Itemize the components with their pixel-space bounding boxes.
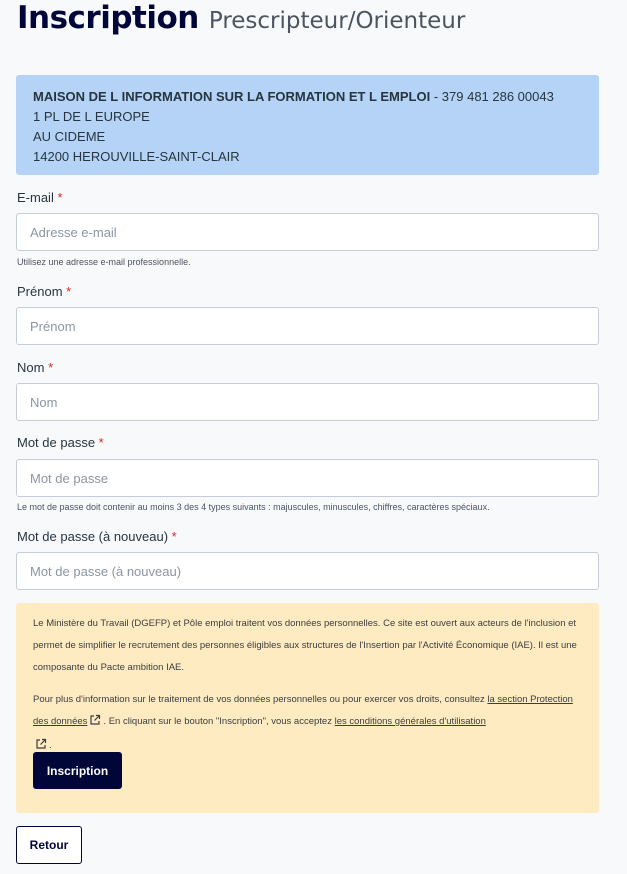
organization-separator: -	[430, 89, 442, 104]
external-link-icon	[89, 713, 101, 735]
email-label: E-mail *	[17, 190, 63, 205]
organization-name-line: MAISON DE L INFORMATION SUR LA FORMATION…	[33, 87, 582, 107]
required-mark: *	[57, 190, 63, 205]
required-mark: *	[98, 435, 104, 450]
required-mark: *	[66, 284, 72, 299]
last-name-field[interactable]	[16, 383, 599, 421]
organization-info-box: MAISON DE L INFORMATION SUR LA FORMATION…	[16, 75, 599, 175]
organization-address-line2: AU CIDEME	[33, 129, 106, 144]
submit-button[interactable]: Inscription	[33, 752, 122, 789]
page-subtitle: Prescripteur/Orienteur	[208, 8, 466, 34]
email-field[interactable]	[16, 213, 599, 251]
page-header: Inscription Prescripteur/Orienteur	[17, 0, 465, 44]
password-help-text: Le mot de passe doit contenir au moins 3…	[17, 502, 490, 512]
page-title: Inscription	[17, 0, 199, 36]
required-mark: *	[171, 529, 177, 544]
first-name-field[interactable]	[16, 307, 599, 345]
privacy-notice-paragraph: Le Ministère du Travail (DGEFP) et Pôle …	[33, 618, 577, 673]
email-help-text: Utilisez une adresse e-mail professionne…	[17, 257, 191, 267]
password-field[interactable]	[16, 459, 599, 497]
organization-siret: 379 481 286 00043	[441, 89, 554, 104]
password-confirm-field[interactable]	[16, 552, 599, 590]
back-button[interactable]: Retour	[16, 826, 82, 864]
password-label: Mot de passe *	[17, 435, 104, 450]
privacy-notice-paragraph-links: Pour plus d'information sur le traitemen…	[33, 689, 582, 759]
organization-address-line1: 1 PL DE L EUROPE	[33, 109, 150, 124]
organization-name: MAISON DE L INFORMATION SUR LA FORMATION…	[33, 89, 431, 104]
last-name-label: Nom *	[17, 360, 54, 375]
organization-address-line3: 14200 HEROUVILLE-SAINT-CLAIR	[33, 149, 240, 164]
terms-of-use-link[interactable]: les conditions générales d'utilisation	[335, 716, 486, 727]
required-mark: *	[48, 360, 54, 375]
privacy-notice: Le Ministère du Travail (DGEFP) et Pôle …	[16, 603, 599, 813]
first-name-label: Prénom *	[17, 284, 72, 299]
password-confirm-label: Mot de passe (à nouveau) *	[17, 529, 177, 544]
